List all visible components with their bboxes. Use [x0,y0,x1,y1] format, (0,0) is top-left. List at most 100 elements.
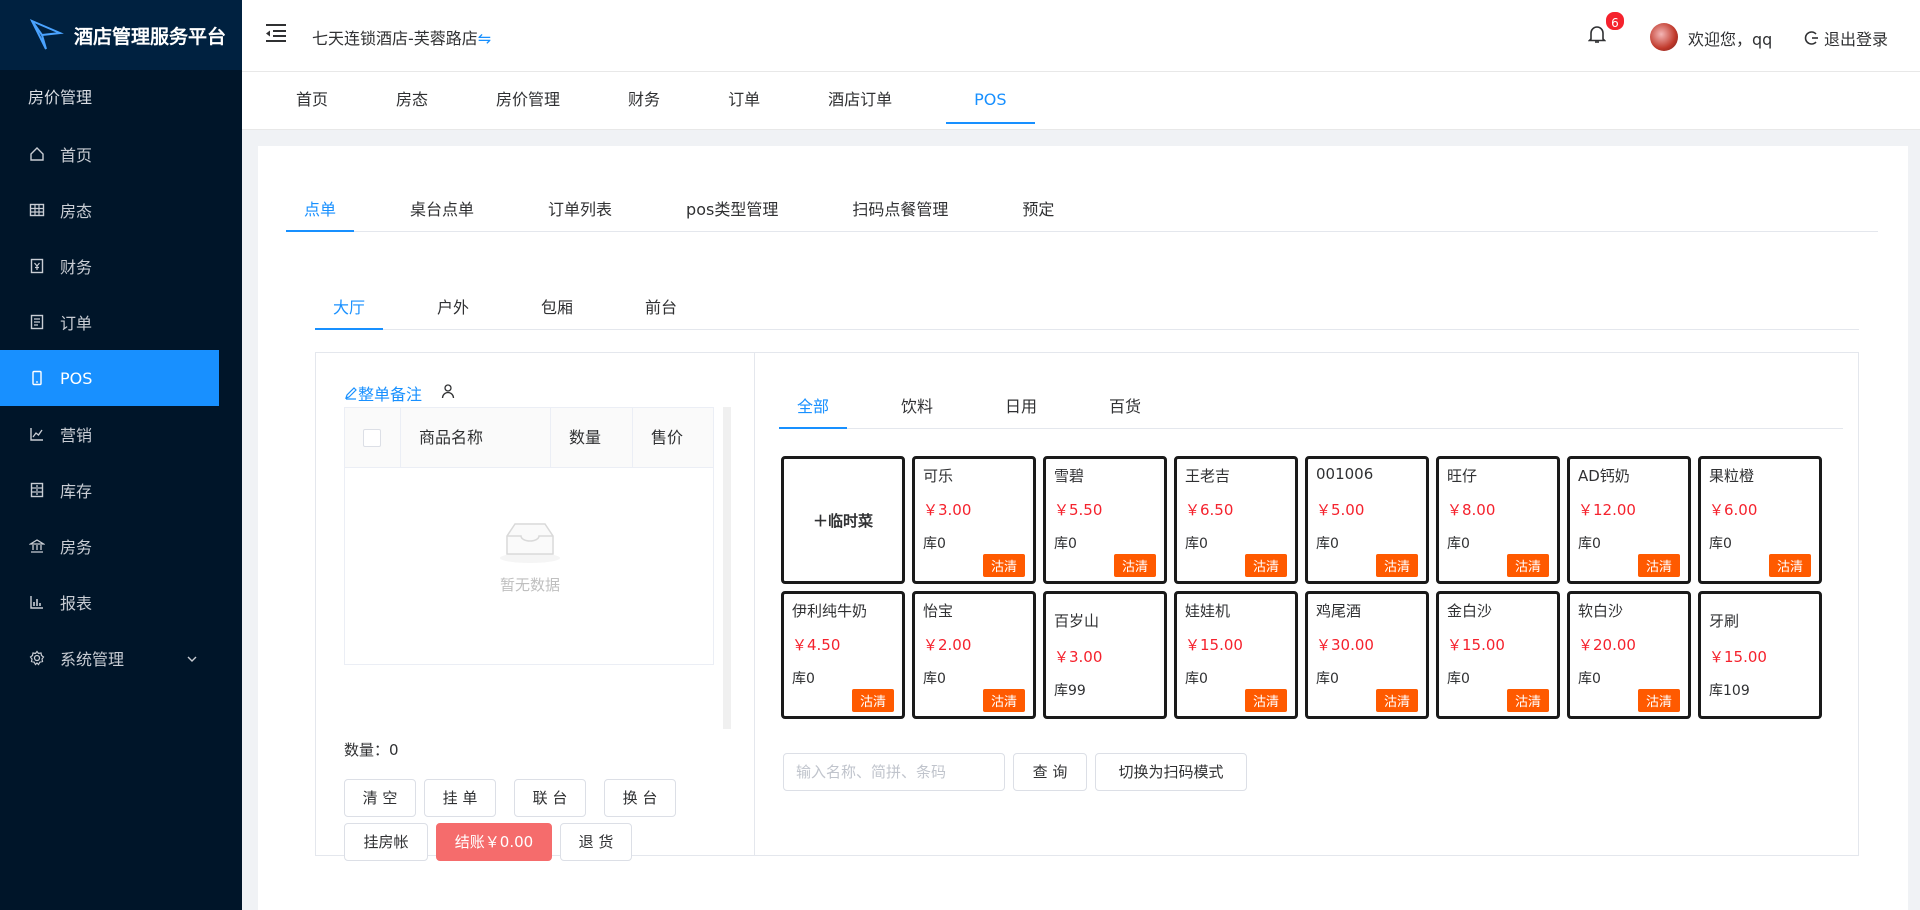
top-nav-tabs: 首页 房态 房价管理 财务 订单 酒店订单 POS [242,72,1920,130]
product-search-input[interactable]: 输入名称、简拼、条码 [783,753,1005,791]
tab-orders[interactable]: 订单 [694,74,794,124]
select-all-checkbox[interactable] [363,429,381,447]
product-card[interactable]: 001006 ￥5.00 库0 沽清 [1305,456,1429,584]
product-card[interactable]: 可乐 ￥3.00 库0 沽清 [912,456,1036,584]
home-icon [28,145,46,163]
product-card[interactable]: 王老吉 ￥6.50 库0 沽清 [1174,456,1298,584]
sidebar-item-label: 订单 [60,314,93,333]
app-logo: 酒店管理服务平台 [0,0,242,70]
sidebar-item-orders[interactable]: 订单 [0,294,242,350]
app-title: 酒店管理服务平台 [74,25,227,48]
product-stock: 库0 [1185,671,1208,687]
sidebar-item-pos[interactable]: POS [0,350,219,406]
welcome-text: 欢迎您，qq [1688,30,1773,49]
sidebar-item-finance[interactable]: 财务 [0,238,242,294]
product-card[interactable]: 雪碧 ￥5.50 库0 沽清 [1043,456,1167,584]
tab-outdoor[interactable]: 户外 [419,288,487,330]
chevron-down-icon[interactable] [186,650,198,669]
remark-label: 整单备注 [358,385,423,404]
checkout-button[interactable]: 结账￥0.00 [436,823,552,861]
logout-button[interactable]: 退出登录 [1804,26,1888,50]
sidebar-item-marketing[interactable]: 营销 [0,406,242,462]
tab-drinks[interactable]: 饮料 [883,387,951,429]
hold-order-button[interactable]: 挂 单 [424,779,496,817]
tab-order[interactable]: 点单 [286,190,355,232]
product-stock: 库99 [1054,683,1086,699]
product-card[interactable]: 牙刷 ￥15.00 库109 [1698,591,1822,719]
menu-fold-icon[interactable] [264,22,288,48]
table-header: 商品名称 数量 售价 [345,408,713,468]
sold-out-badge: 沽清 [1506,554,1549,577]
grid-icon [28,201,46,219]
logout-icon [1804,31,1818,45]
product-card[interactable]: 伊利纯牛奶 ￥4.50 库0 沽清 [781,591,905,719]
bar-chart-icon [28,593,46,611]
tab-finance[interactable]: 财务 [594,74,694,124]
tab-pos[interactable]: POS [946,74,1035,124]
product-card[interactable]: 娃娃机 ￥15.00 库0 沽清 [1174,591,1298,719]
tab-front-desk[interactable]: 前台 [627,288,695,330]
category-tabs: 全部 饮料 日用 百货 [779,387,1843,429]
product-card[interactable]: 百岁山 ￥3.00 库99 [1043,591,1167,719]
sidebar-item-system[interactable]: 系统管理 [0,630,242,686]
order-panel: 整单备注 商品名称 数量 售价 暂无数据 数量：0 清 空 挂 单 联 台 换 … [315,352,755,861]
sidebar-item-inventory[interactable]: 库存 [0,462,242,518]
product-stock: 库0 [1578,536,1601,552]
product-price: ￥6.50 [1185,501,1234,519]
refund-button[interactable]: 退 货 [560,823,632,861]
top-header: 七天连锁酒店-芙蓉路店⇋ 6 欢迎您，qq 退出登录 [242,0,1920,72]
switch-table-button[interactable]: 换 台 [604,779,676,817]
room-charge-button[interactable]: 挂房帐 [344,823,428,861]
tab-order-list[interactable]: 订单列表 [530,190,630,232]
order-remark-link[interactable]: 整单备注 [344,381,456,405]
product-card[interactable]: 鸡尾酒 ￥30.00 库0 沽清 [1305,591,1429,719]
tab-private-room[interactable]: 包厢 [523,288,591,330]
sidebar-item-reports[interactable]: 报表 [0,574,242,630]
avatar[interactable] [1650,23,1678,51]
tab-home[interactable]: 首页 [262,74,362,124]
scrollbar[interactable] [723,407,731,729]
hotel-switcher[interactable]: 七天连锁酒店-芙蓉路店⇋ [312,25,491,49]
tab-room-price[interactable]: 房价管理 [462,74,594,124]
product-name: 伊利纯牛奶 [792,602,868,620]
product-price: ￥8.00 [1447,501,1496,519]
tab-reservation[interactable]: 预定 [1004,190,1072,232]
tab-scan-order[interactable]: 扫码点餐管理 [834,190,966,232]
product-stock: 库0 [1709,536,1732,552]
sidebar-item-home[interactable]: 首页 [0,126,242,182]
tab-all[interactable]: 全部 [779,387,848,429]
bell-icon[interactable] [1587,24,1607,48]
product-name: 可乐 [923,467,954,485]
tab-daily[interactable]: 日用 [987,387,1055,429]
product-stock: 库0 [923,536,946,552]
temp-dish-card[interactable]: ＋临时菜 [781,456,905,584]
swap-icon[interactable]: ⇋ [478,29,491,48]
product-stock: 库0 [923,671,946,687]
sidebar-item-room-status[interactable]: 房态 [0,182,242,238]
user-icon[interactable] [440,383,456,403]
scan-mode-button[interactable]: 切换为扫码模式 [1095,753,1247,791]
product-card[interactable]: 软白沙 ￥20.00 库0 沽清 [1567,591,1691,719]
bank-icon [28,537,46,555]
product-card[interactable]: 果粒橙 ￥6.00 库0 沽清 [1698,456,1822,584]
product-price: ￥15.00 [1709,648,1767,666]
tab-table-order[interactable]: 桌台点单 [392,190,492,232]
product-price: ￥6.00 [1709,501,1758,519]
order-table: 商品名称 数量 售价 暂无数据 [344,407,714,665]
query-button[interactable]: 查 询 [1013,753,1087,791]
tab-hotel-orders[interactable]: 酒店订单 [794,74,926,124]
product-card[interactable]: AD钙奶 ￥12.00 库0 沽清 [1567,456,1691,584]
clear-button[interactable]: 清 空 [344,779,416,817]
product-card[interactable]: 怡宝 ￥2.00 库0 沽清 [912,591,1036,719]
product-name: 旺仔 [1447,467,1478,485]
sidebar-item-housekeeping[interactable]: 房务 [0,518,242,574]
tab-room-status[interactable]: 房态 [362,74,462,124]
product-card[interactable]: 金白沙 ￥15.00 库0 沽清 [1436,591,1560,719]
tab-general[interactable]: 百货 [1091,387,1159,429]
product-card[interactable]: 旺仔 ￥8.00 库0 沽清 [1436,456,1560,584]
tab-pos-type[interactable]: pos类型管理 [668,190,796,232]
join-table-button[interactable]: 联 台 [514,779,586,817]
gear-icon [28,649,46,667]
tab-hall[interactable]: 大厅 [315,288,384,330]
empty-state: 暂无数据 [345,518,715,595]
